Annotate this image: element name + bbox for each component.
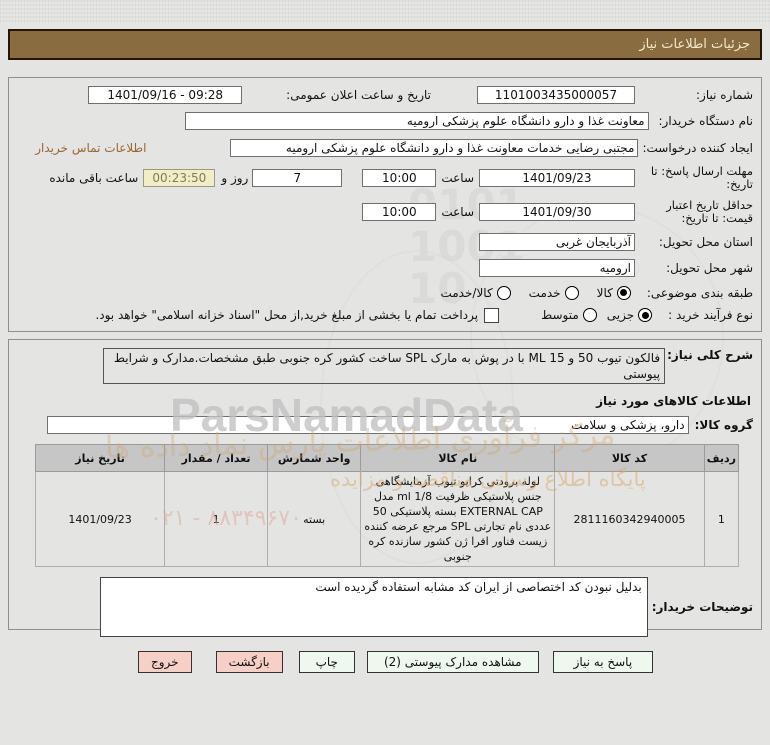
- goods-table-header-row: ردیف کد کالا نام کالا واحد شمارش تعداد /…: [34, 444, 740, 472]
- category-service-radio[interactable]: [564, 285, 579, 300]
- treasury-payment-checkbox[interactable]: [484, 307, 500, 323]
- countdown-label: ساعت باقی مانده: [49, 170, 139, 185]
- requester-label: ایجاد کننده درخواست:: [642, 140, 753, 155]
- need-number-field[interactable]: 1101003435000057: [477, 86, 635, 105]
- buyer-comments-label: توضیحات خریدار:: [651, 600, 753, 614]
- requester-field[interactable]: مجتبی رضایی خدمات معاونت غذا و دارو دانش…: [230, 138, 639, 157]
- cell-item-name: لوله برودتی کرایو تیوب آزمایشگاهی جنس پل…: [360, 471, 556, 567]
- col-quantity: تعداد / مقدار: [164, 444, 269, 472]
- cell-quantity: 1: [164, 471, 269, 567]
- subject-category-label: طبقه بندی موضوعی:: [646, 285, 753, 300]
- announce-datetime-field[interactable]: 1401/09/16 - 09:28: [88, 86, 243, 105]
- deadline-row: مهلت ارسال پاسخ: تا تاریخ: 1401/09/23 سا…: [17, 163, 753, 191]
- validity-date-field[interactable]: 1401/09/30: [479, 202, 635, 221]
- process-minor-radio[interactable]: [638, 308, 653, 323]
- process-minor-label: جزیی: [606, 308, 635, 323]
- buyer-comments-row: توضیحات خریدار: بدلیل نبودن کد اختصاصی ا…: [17, 577, 753, 637]
- buyer-contact-link[interactable]: اطلاعات تماس خریدار: [35, 141, 146, 155]
- print-button[interactable]: چاپ: [298, 651, 355, 673]
- buyer-org-label: نام دستگاه خریدار:: [658, 114, 754, 129]
- goods-panel: شرح کلی نیاز: فالکون تیوب 50 و ML 15 با …: [8, 339, 762, 637]
- action-buttons-row: خروج بازگشت چاپ مشاهده مدارک پیوستی (2) …: [0, 651, 770, 673]
- validity-time-field[interactable]: 10:00: [362, 202, 437, 221]
- deadline-date-field[interactable]: 1401/09/23: [479, 168, 635, 187]
- need-number-row: شماره نیاز: 1101003435000057 تاریخ و ساع…: [17, 86, 753, 105]
- need-description-label: شرح کلی نیاز:: [667, 348, 753, 362]
- category-service-label: خدمت: [528, 285, 561, 300]
- countdown-timer: 00:23:50: [143, 168, 216, 187]
- buyer-org-field[interactable]: معاونت غذا و دارو دانشگاه علوم پزشکی ارو…: [184, 112, 649, 131]
- treasury-payment-label: پرداخت تمام یا بخشی از مبلغ خرید,از محل …: [95, 308, 479, 323]
- province-label: استان محل تحویل:: [658, 235, 753, 250]
- announce-datetime-label: تاریخ و ساعت اعلان عمومی:: [286, 88, 431, 103]
- goods-group-field[interactable]: دارو، پزشکی و سلامت: [46, 416, 689, 434]
- goods-group-row: گروه کالا: دارو، پزشکی و سلامت: [17, 416, 753, 434]
- deadline-label: مهلت ارسال پاسخ: تا تاریخ:: [650, 163, 753, 191]
- col-unit: واحد شمارش: [267, 444, 362, 472]
- deadline-hour-label: ساعت: [441, 170, 474, 185]
- cell-need-date: 1401/09/23: [34, 471, 166, 567]
- requester-row: ایجاد کننده درخواست: مجتبی رضایی خدمات م…: [17, 138, 753, 157]
- exit-button[interactable]: خروج: [138, 651, 192, 673]
- subject-category-row: طبقه بندی موضوعی: کالا خدمت کالا/خدمت: [17, 285, 753, 300]
- purchase-process-row: نوع فرآیند خرید : جزیی متوسط پرداخت تمام…: [17, 307, 753, 323]
- validity-hour-label: ساعت: [441, 204, 474, 219]
- cell-item-code: 2811160342940005: [554, 471, 705, 567]
- city-label: شهر محل تحویل:: [666, 261, 753, 276]
- province-field[interactable]: آذربایجان غربی: [479, 233, 635, 252]
- page: 0101 1001 10 جزئیات اطلاعات نیاز شماره ن…: [0, 0, 770, 745]
- respond-to-need-button[interactable]: پاسخ به نیاز: [552, 651, 654, 673]
- city-row: شهر محل تحویل: ارومیه: [17, 259, 753, 278]
- buyer-comments-box[interactable]: بدلیل نبودن کد اختصاصی از ایران کد مشابه…: [99, 577, 648, 637]
- col-item-name: نام کالا: [360, 444, 556, 472]
- city-field[interactable]: ارومیه: [479, 259, 635, 278]
- col-need-date: تاریخ نیاز: [34, 444, 166, 472]
- page-title-bar: جزئیات اطلاعات نیاز: [8, 29, 762, 60]
- view-attachments-button[interactable]: مشاهده مدارک پیوستی (2): [366, 651, 539, 673]
- remaining-days-label: روز و: [221, 170, 249, 185]
- purchase-process-label: نوع فرآیند خرید :: [668, 308, 753, 323]
- need-info-panel: شماره نیاز: 1101003435000057 تاریخ و ساع…: [8, 77, 762, 332]
- need-number-label: شماره نیاز:: [696, 88, 753, 103]
- category-goods-radio[interactable]: [616, 285, 631, 300]
- deadline-time-field[interactable]: 10:00: [362, 168, 437, 187]
- province-row: استان محل تحویل: آذربایجان غربی: [17, 233, 753, 252]
- page-title: جزئیات اطلاعات نیاز: [639, 37, 750, 52]
- col-item-code: کد کالا: [554, 444, 705, 472]
- back-button[interactable]: بازگشت: [215, 651, 283, 673]
- need-description-box[interactable]: فالکون تیوب 50 و ML 15 با در پوش به مارک…: [103, 348, 666, 384]
- top-texture-strip: [0, 0, 770, 24]
- remaining-days-field[interactable]: 7: [252, 168, 343, 187]
- cell-unit: بسته: [267, 471, 362, 567]
- goods-group-label: گروه کالا:: [694, 418, 753, 432]
- process-medium-label: متوسط: [541, 308, 579, 323]
- price-validity-row: حداقل تاریخ اعتبار قیمت: تا تاریخ: 1401/…: [17, 197, 753, 225]
- col-row-no: ردیف: [703, 444, 740, 472]
- category-goods-service-radio[interactable]: [496, 285, 511, 300]
- buyer-org-row: نام دستگاه خریدار: معاونت غذا و دارو دان…: [17, 112, 754, 131]
- need-description-row: شرح کلی نیاز: فالکون تیوب 50 و ML 15 با …: [17, 348, 753, 384]
- goods-table: ردیف کد کالا نام کالا واحد شمارش تعداد /…: [34, 444, 740, 567]
- process-medium-radio[interactable]: [582, 308, 597, 323]
- cell-row-no: 1: [703, 471, 740, 567]
- category-goods-label: کالا: [596, 285, 613, 300]
- goods-section-title: اطلاعات کالاهای مورد نیاز: [596, 394, 751, 408]
- category-goods-service-label: کالا/خدمت: [440, 285, 493, 300]
- goods-table-row: 1 2811160342940005 لوله برودتی کرایو تیو…: [34, 471, 740, 567]
- price-validity-label: حداقل تاریخ اعتبار قیمت: تا تاریخ:: [666, 197, 753, 225]
